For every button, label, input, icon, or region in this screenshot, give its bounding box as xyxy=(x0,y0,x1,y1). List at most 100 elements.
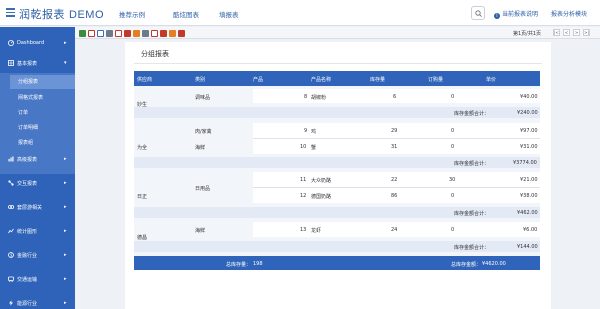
price-cell: ¥97.00 xyxy=(520,128,538,134)
save-icon[interactable] xyxy=(79,30,86,37)
title-divider xyxy=(134,63,542,64)
report-info-link[interactable]: i 当前报表说明 xyxy=(494,9,538,19)
subtotal-label: 库存金额合计： xyxy=(454,245,490,251)
product-name-cell: 胡椒粉 xyxy=(311,95,327,101)
sidebar-item-dashboard[interactable]: Dashboard ▸ xyxy=(0,37,75,49)
export-orange-icon[interactable] xyxy=(133,30,140,37)
search-button[interactable] xyxy=(471,6,485,20)
sidebar-item-statistics[interactable]: 统计图形 ▸ xyxy=(0,225,75,237)
row-divider xyxy=(253,138,540,139)
prev-page-button[interactable]: < xyxy=(563,29,570,36)
chevron-right-icon: ▸ xyxy=(64,299,67,306)
supplier-cell: 德昌 xyxy=(137,235,148,241)
print-icon[interactable] xyxy=(106,30,113,37)
transport-icon xyxy=(8,276,14,282)
nav-link-fill-report[interactable]: 填报表 xyxy=(219,9,239,19)
order-cell: 0 xyxy=(451,94,455,100)
supplier-cell: 为全 xyxy=(137,145,148,151)
export-image-icon[interactable] xyxy=(151,30,158,37)
export-pdf-icon[interactable] xyxy=(115,30,122,37)
total-stock-value: 198 xyxy=(253,261,263,267)
chevron-right-icon: ▸ xyxy=(64,251,67,258)
sidebar-item-finance[interactable]: $ 金融行业 ▸ xyxy=(0,249,75,261)
submenu-item-grid-report[interactable]: 网格式报表 xyxy=(18,94,43,101)
product-name-cell: 蟹 xyxy=(311,145,317,151)
hamburger-menu-icon[interactable] xyxy=(6,8,15,17)
delete-icon[interactable] xyxy=(178,30,185,37)
chart-icon xyxy=(8,156,14,162)
analysis-module-link[interactable]: 报表分析模块 xyxy=(551,9,587,18)
energy-icon xyxy=(9,300,13,306)
price-cell: ¥38.00 xyxy=(520,193,538,199)
order-cell: 30 xyxy=(449,177,456,183)
app-title-text: 润乾报表 xyxy=(19,8,65,21)
column-header-stock: 库存量 xyxy=(370,77,386,83)
sidebar-item-basic-reports[interactable]: 基本报表 ▾ xyxy=(0,57,75,69)
product-id-cell: 10 xyxy=(300,144,307,150)
sidebar-item-advanced-reports[interactable]: 高级报表 ▸ xyxy=(0,153,75,165)
export-red-icon[interactable] xyxy=(124,30,131,37)
column-header-product: 产品 xyxy=(253,77,264,83)
product-name-cell: 大众奶酪 xyxy=(311,178,332,184)
print-preview-icon[interactable] xyxy=(142,30,149,37)
order-cell: 0 xyxy=(451,128,455,134)
product-name-cell: 德国奶酪 xyxy=(311,194,332,200)
interactive-icon xyxy=(8,180,14,186)
chevron-right-icon: ▸ xyxy=(64,203,67,210)
price-cell: ¥40.00 xyxy=(520,94,538,100)
chevron-down-icon: ▾ xyxy=(64,59,67,66)
total-stock-label: 总库存量： xyxy=(226,262,252,268)
dashboard-icon xyxy=(8,40,14,46)
subtotal-label: 库存金额合计： xyxy=(454,211,490,217)
sidebar-item-transport[interactable]: 交通运输 ▸ xyxy=(0,273,75,285)
submenu-item-order[interactable]: 订单 xyxy=(18,109,28,116)
total-amount-label: 总库存金额： xyxy=(451,262,482,268)
submenu-item-order-detail[interactable]: 订单明细 xyxy=(18,124,38,131)
sidebar-item-label: 统计图形 xyxy=(17,229,38,235)
export-excel-icon[interactable] xyxy=(160,30,167,37)
sidebar: Dashboard ▸ 基本报表 ▾ 分组报表 网格式报表 订单 订单明细 报表… xyxy=(0,27,75,309)
column-header-product-name: 产品名称 xyxy=(311,77,332,83)
next-page-button[interactable]: > xyxy=(573,29,580,36)
sidebar-item-energy[interactable]: 能源行业 ▸ xyxy=(0,297,75,309)
category-cell: 调味品 xyxy=(195,95,211,101)
product-id-cell: 11 xyxy=(300,177,307,183)
subtotal-value: ¥240.00 xyxy=(517,110,538,116)
product-name-cell: 鸡 xyxy=(311,129,317,135)
submenu-item-group-report[interactable]: 分组报表 xyxy=(18,78,38,85)
last-page-button[interactable]: >| xyxy=(583,29,590,36)
export-csv-icon[interactable] xyxy=(169,30,176,37)
sidebar-item-label: Dashboard xyxy=(17,40,45,46)
product-id-cell: 8 xyxy=(304,94,308,100)
price-cell: ¥6.00 xyxy=(523,227,538,233)
app-title-suffix: DEMO xyxy=(69,9,104,21)
stock-cell: 24 xyxy=(391,227,398,233)
sidebar-item-label: 金融行业 xyxy=(17,253,38,259)
stock-cell: 86 xyxy=(391,193,398,199)
column-header-category: 类别 xyxy=(195,77,206,83)
top-bar: 润乾报表 DEMO 推荐示例 酷炫图表 填报表 i 当前报表说明 报表分析模块 xyxy=(0,0,600,26)
first-page-button[interactable]: |< xyxy=(553,29,560,36)
stock-cell: 31 xyxy=(391,144,398,150)
svg-text:$: $ xyxy=(10,253,13,258)
grid-icon xyxy=(8,60,14,66)
column-header-order: 订购量 xyxy=(428,77,444,83)
chevron-right-icon: ▸ xyxy=(64,39,67,46)
sidebar-item-label: 高级报表 xyxy=(17,157,38,163)
chevron-right-icon: ▸ xyxy=(64,155,67,162)
info-icon: i xyxy=(494,13,500,19)
app-title: 润乾报表 DEMO xyxy=(19,6,104,22)
nav-link-charts[interactable]: 酷炫图表 xyxy=(173,9,199,19)
nav-link-recommended[interactable]: 推荐示例 xyxy=(119,9,145,19)
sidebar-item-label: 基本报表 xyxy=(17,61,38,67)
pdf-icon[interactable] xyxy=(88,30,95,37)
chevron-right-icon: ▸ xyxy=(64,179,67,186)
word-icon[interactable] xyxy=(97,30,104,37)
subtotal-value: ¥144.00 xyxy=(517,244,538,250)
submenu-item-report-group[interactable]: 报表组 xyxy=(18,139,33,146)
category-cell: 海鲜 xyxy=(195,145,206,151)
sidebar-item-interactive-reports[interactable]: 交互报表 ▸ xyxy=(0,177,75,189)
sidebar-item-layers[interactable]: 套层游相关 ▸ xyxy=(0,201,75,213)
search-icon xyxy=(475,10,482,17)
stock-cell: 6 xyxy=(393,94,397,100)
